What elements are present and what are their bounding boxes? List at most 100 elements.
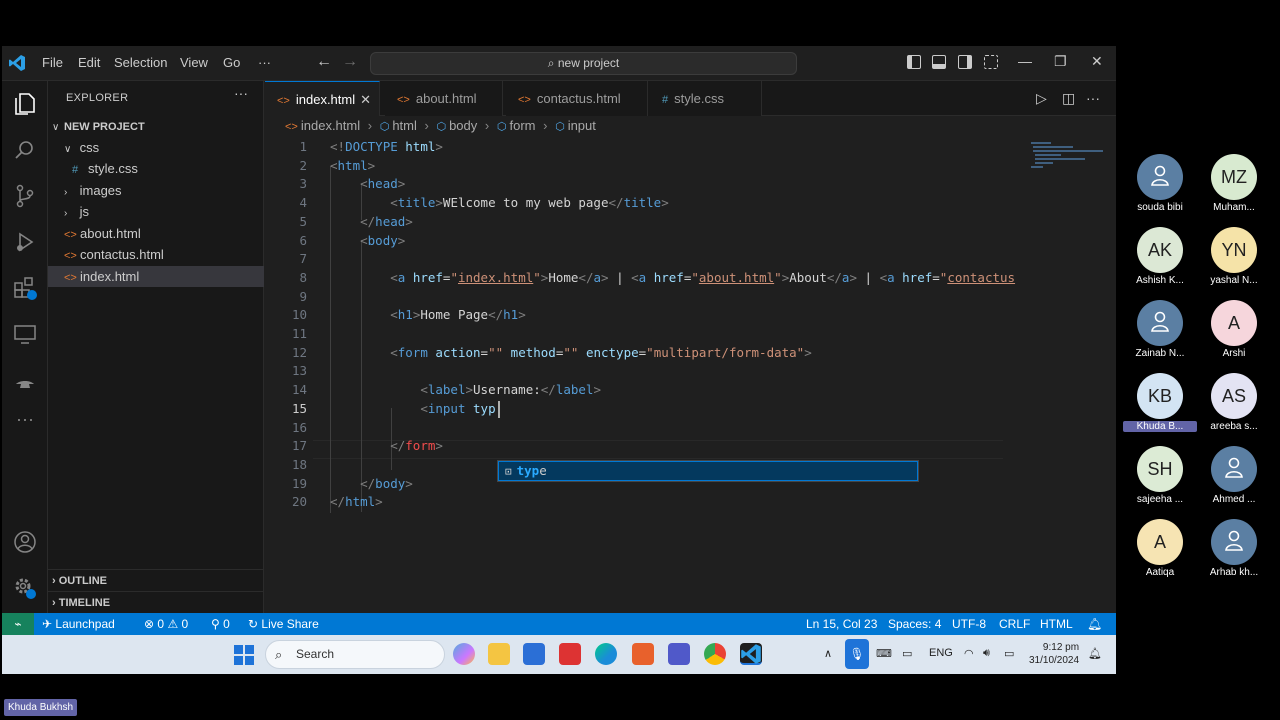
code-editor[interactable]: 1 2 3 4 5 6 7 8 9 10 11 12 13 14 15 16 1…	[265, 138, 1116, 613]
participant-tile[interactable]: AK Ashish K...	[1123, 227, 1197, 291]
run-and-debug-icon[interactable]	[12, 229, 38, 255]
back-arrow-icon[interactable]: ←	[316, 53, 332, 71]
timeline-section[interactable]: › TIMELINE	[48, 591, 264, 613]
run-icon[interactable]: ▷	[1036, 90, 1047, 107]
customize-layout-icon[interactable]	[984, 55, 998, 69]
app-icon[interactable]	[559, 643, 581, 665]
copilot-lamp-icon[interactable]	[12, 367, 38, 393]
autocomplete-item-type[interactable]: ⊡ type	[498, 461, 918, 481]
accounts-icon[interactable]	[12, 529, 38, 555]
remote-explorer-icon[interactable]	[12, 321, 38, 347]
participant-tile[interactable]: souda bibi	[1123, 154, 1197, 218]
notifications-bell-icon[interactable]: 🔔︎	[1087, 613, 1102, 635]
tab-about-html[interactable]: <> about.html	[385, 81, 503, 116]
tree-item-about-html[interactable]: <> about.html	[48, 223, 264, 244]
project-root[interactable]: ∨ NEW PROJECT	[48, 115, 264, 136]
participant-tile[interactable]: Ahmed ...	[1197, 446, 1271, 510]
tab-contactus-html[interactable]: <> contactus.html	[506, 81, 648, 116]
autocomplete-popup[interactable]: ⊡ type	[497, 460, 919, 482]
tree-item-style-css[interactable]: # style.css	[48, 158, 264, 179]
participant-tile[interactable]: Zainab N...	[1123, 300, 1197, 364]
split-editor-icon[interactable]: ◫	[1062, 90, 1075, 107]
edge-icon[interactable]	[595, 643, 617, 665]
extensions-icon[interactable]	[12, 275, 38, 301]
menu-go[interactable]: Go	[223, 55, 240, 70]
html-file-icon: <>	[64, 229, 77, 241]
problems-button[interactable]: ⊗ 0 ⚠ 0	[144, 613, 188, 635]
store-icon[interactable]	[523, 643, 545, 665]
participant-tile[interactable]: A Aatiqa	[1123, 519, 1197, 583]
breadcrumb-separator: ›	[367, 118, 373, 133]
launchpad-button[interactable]: ✈ Launchpad	[42, 613, 115, 635]
menu-file[interactable]: File	[42, 55, 63, 70]
breadcrumb-html[interactable]: html	[392, 118, 417, 133]
explorer-more-icon[interactable]: ···	[234, 85, 248, 101]
file-explorer-icon[interactable]	[488, 643, 510, 665]
cursor-position[interactable]: Ln 15, Col 23	[806, 613, 877, 635]
taskbar-clock[interactable]: 9:12 pm 31/10/2024	[1029, 641, 1079, 667]
display-icon[interactable]: ▭	[902, 647, 912, 660]
minimize-icon[interactable]: —	[1018, 53, 1032, 69]
participant-tile[interactable]: MZ Muham...	[1197, 154, 1271, 218]
breadcrumb-input[interactable]: input	[568, 118, 596, 133]
menu-edit[interactable]: Edit	[78, 55, 100, 70]
indentation[interactable]: Spaces: 4	[888, 613, 941, 635]
more-views-icon[interactable]: ···	[12, 409, 38, 435]
wifi-icon[interactable]: ◠	[964, 647, 974, 660]
encoding[interactable]: UTF-8	[952, 613, 986, 635]
breadcrumb-file[interactable]: index.html	[301, 118, 360, 133]
close-tab-icon[interactable]: ✕	[360, 82, 371, 117]
volume-icon[interactable]: 🔊︎	[983, 647, 990, 660]
notification-center-icon[interactable]: 🔔︎	[1088, 647, 1102, 660]
vscode-taskbar-icon[interactable]	[740, 643, 762, 665]
participant-tile[interactable]: SH sajeeha ...	[1123, 446, 1197, 510]
teams-icon[interactable]	[668, 643, 690, 665]
toggle-panel-icon[interactable]	[932, 55, 946, 69]
keyboard-icon[interactable]: ⌨	[876, 647, 892, 660]
forward-arrow-icon[interactable]: →	[342, 53, 358, 71]
restore-icon[interactable]: ❐	[1054, 53, 1067, 70]
tab-style-css[interactable]: # style.css	[648, 81, 762, 116]
toggle-secondary-sidebar-icon[interactable]	[958, 55, 972, 69]
language-mode[interactable]: HTML	[1040, 613, 1073, 635]
menu-more[interactable]: ···	[258, 55, 271, 70]
breadcrumb-body[interactable]: body	[449, 118, 477, 133]
tree-item-contactus-html[interactable]: <> contactus.html	[48, 244, 264, 265]
windows-start-icon[interactable]	[234, 645, 254, 665]
tree-item-index-html[interactable]: <> index.html	[48, 266, 264, 287]
participant-tile[interactable]: KB Khuda B...	[1123, 373, 1197, 437]
remote-indicator-icon[interactable]: ⌁	[2, 613, 34, 635]
outline-section[interactable]: › OUTLINE	[48, 569, 264, 591]
tab-index-html[interactable]: <> index.html ✕	[265, 81, 380, 116]
editor-more-icon[interactable]: ···	[1086, 90, 1100, 106]
ports-button[interactable]: ⚲ 0	[211, 613, 230, 635]
participant-tile[interactable]: YN yashal N...	[1197, 227, 1271, 291]
show-hidden-icons-icon[interactable]: ∧	[824, 647, 832, 660]
toggle-primary-sidebar-icon[interactable]	[907, 55, 921, 69]
copilot-icon[interactable]	[453, 643, 475, 665]
tree-item-css-folder[interactable]: ∨ css	[48, 137, 264, 158]
minimap[interactable]	[1025, 138, 1105, 198]
battery-icon[interactable]: ▭	[1004, 647, 1014, 660]
participant-tile[interactable]: Arhab kh...	[1197, 519, 1271, 583]
command-center-search[interactable]: ⌕ new project	[370, 52, 797, 75]
live-share-button[interactable]: ↻ Live Share	[248, 613, 319, 635]
tree-item-images-folder[interactable]: › images	[48, 180, 264, 201]
source-control-icon[interactable]	[12, 183, 38, 209]
explorer-icon[interactable]	[12, 91, 38, 117]
menu-view[interactable]: View	[180, 55, 208, 70]
input-language[interactable]: ENG	[929, 647, 953, 659]
chrome-icon[interactable]	[704, 643, 726, 665]
taskbar-search[interactable]: ⌕ Search	[265, 640, 445, 669]
menu-selection[interactable]: Selection	[114, 55, 167, 70]
search-icon[interactable]	[12, 137, 38, 163]
manage-gear-icon[interactable]	[12, 575, 38, 601]
participant-tile[interactable]: AS areeba s...	[1197, 373, 1271, 437]
tree-item-js-folder[interactable]: › js	[48, 201, 264, 222]
line-ending[interactable]: CRLF	[999, 613, 1030, 635]
breadcrumb-form[interactable]: form	[509, 118, 535, 133]
close-window-icon[interactable]: ✕	[1091, 53, 1103, 70]
microphone-icon[interactable]: 🎙︎	[845, 639, 869, 669]
xampp-icon[interactable]	[632, 643, 654, 665]
participant-tile[interactable]: A Arshi	[1197, 300, 1271, 364]
